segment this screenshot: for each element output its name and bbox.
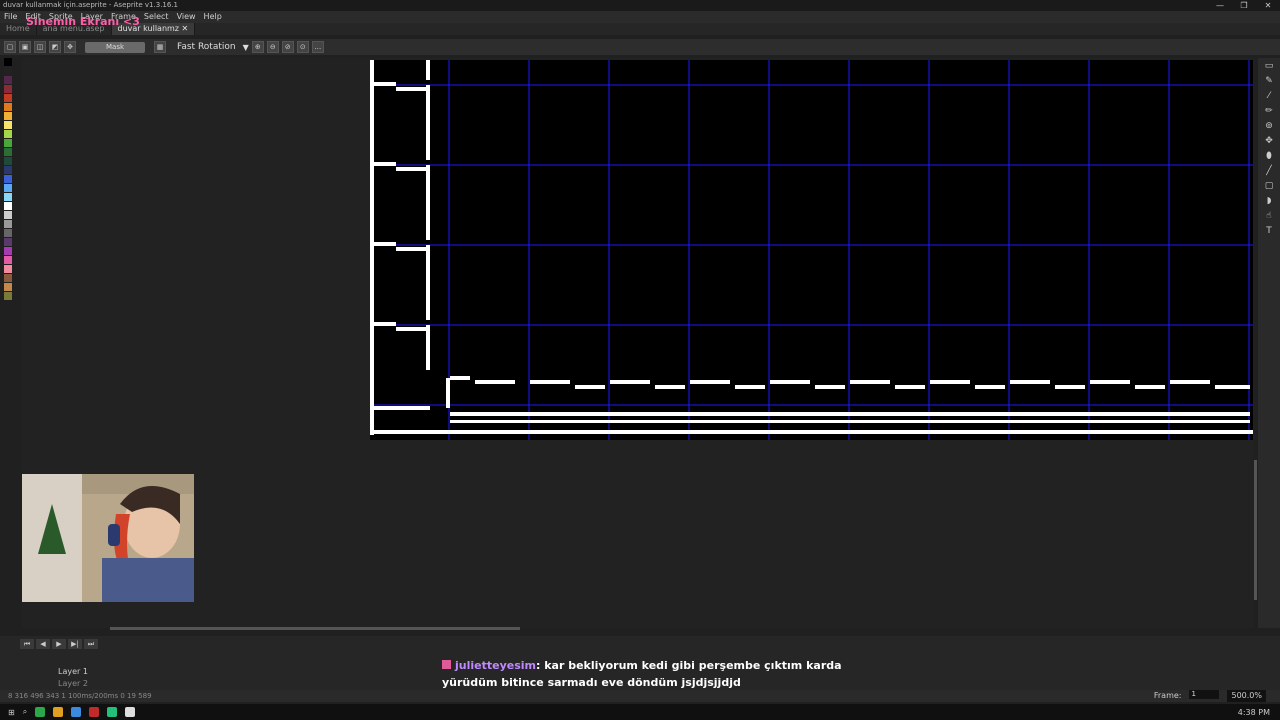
intersect-selection-icon[interactable]: ◩ (49, 41, 61, 53)
pencil-icon[interactable]: ✏ (1263, 105, 1275, 117)
chat-badge-icon (442, 660, 451, 669)
menu-file[interactable]: File (0, 11, 21, 23)
chat-username: julietteyesim (455, 659, 536, 672)
minimize-button[interactable]: — (1208, 0, 1232, 11)
app-icon[interactable] (35, 707, 46, 717)
layer-name: Layer 2 (58, 679, 88, 688)
text-icon[interactable]: T (1263, 225, 1275, 237)
close-button[interactable]: ✕ (1256, 0, 1280, 11)
maximize-button[interactable]: ❐ (1232, 0, 1256, 11)
sprite-canvas[interactable] (370, 60, 1253, 440)
start-icon[interactable]: ⊞ (8, 708, 15, 717)
smudge-icon[interactable]: ☝ (1263, 210, 1275, 222)
scale-icon[interactable]: ⊙ (296, 41, 309, 53)
layer-row[interactable]: Layer 2 (22, 678, 162, 689)
vertical-scrollbar[interactable] (1254, 460, 1257, 600)
layer-name: Layer 1 (58, 667, 88, 676)
pivot-icon[interactable]: ✥ (64, 41, 76, 53)
transparent-color-icon[interactable]: ▦ (154, 41, 166, 53)
window-controls: — ❐ ✕ (1208, 0, 1280, 11)
menu-select[interactable]: Select (140, 11, 173, 23)
rotate-icon[interactable]: ⊘ (281, 41, 294, 53)
window-title-bar: duvar kullanmak için.aseprite - Aseprite… (0, 0, 1280, 11)
subtract-selection-icon[interactable]: ◫ (34, 41, 46, 53)
play-button[interactable]: ▶ (52, 639, 66, 649)
status-right: Frame: 1 500.0% (1154, 690, 1266, 702)
context-toolbar: ▢ ▣ ◫ ◩ ✥ Mask ▦ Fast Rotation ▼ ⊕ ⊖ ⊘ ⊙… (0, 39, 1280, 55)
frame-input[interactable]: 1 (1189, 690, 1220, 699)
window-title: duvar kullanmak için.aseprite - Aseprite… (3, 1, 178, 9)
frame-label: Frame: (1153, 691, 1182, 700)
move-icon[interactable]: ✥ (1263, 135, 1275, 147)
rectangle-icon[interactable]: ▢ (1263, 180, 1275, 192)
aseprite-icon[interactable] (125, 707, 136, 717)
clock[interactable]: 4:38 PM (1238, 708, 1270, 717)
last-frame-button[interactable]: ⏭ (84, 639, 98, 649)
webcam-image (22, 474, 194, 602)
line-icon[interactable]: ╱ (1263, 165, 1275, 177)
flip-vertical-icon[interactable]: ⊖ (266, 41, 279, 53)
stream-overlay-title: Sinemin Ekranı <3 (26, 15, 140, 28)
app-icon[interactable] (107, 707, 118, 717)
rectangular-marquee-icon[interactable]: ▭ (1263, 60, 1275, 72)
eyedropper-icon[interactable]: ⊚ (1263, 120, 1275, 132)
previous-frame-button[interactable]: ◀ (36, 639, 50, 649)
system-tray: 4:38 PM (1238, 708, 1270, 717)
blur-icon[interactable]: ◗ (1263, 195, 1275, 207)
flip-horizontal-icon[interactable]: ⊕ (251, 41, 264, 53)
chat-overlay: julietteyesim: kar bekliyorum kedi gibi … (442, 657, 862, 691)
browser-icon[interactable] (71, 707, 82, 717)
lasso-icon[interactable]: ✎ (1263, 75, 1275, 87)
next-frame-button[interactable]: ▶| (68, 639, 82, 649)
menu-help[interactable]: Help (200, 11, 226, 23)
chevron-down-icon[interactable]: ▼ (243, 43, 249, 52)
status-bar: 8 316 496 343 1 100ms/200ms 0 19 589 Fra… (0, 690, 1280, 702)
first-frame-button[interactable]: ⏮ (20, 639, 34, 649)
os-taskbar: ⊞ ⌕ 4:38 PM (0, 704, 1280, 720)
layer-row[interactable]: Layer 1 (22, 666, 162, 677)
mask-button[interactable]: Mask (85, 41, 145, 53)
rotation-algorithm-select[interactable]: Fast Rotation (177, 42, 236, 52)
folder-icon[interactable] (53, 707, 64, 717)
playback-controls: ⏮ ◀ ▶ ▶| ⏭ (20, 639, 98, 649)
tools-panel: ▭ ✎ ⁄ ✏ ⊚ ✥ ⬮ ╱ ▢ ◗ ☝ T (1258, 58, 1280, 628)
more-options-icon[interactable]: … (311, 41, 324, 53)
menu-bar: File Edit Sprite Layer Frame Select View… (0, 11, 1280, 23)
zoom-level[interactable]: 500.0% (1227, 690, 1266, 702)
add-selection-icon[interactable]: ▣ (19, 41, 31, 53)
webcam-overlay (22, 474, 194, 602)
color-palette[interactable] (4, 58, 16, 458)
menu-view[interactable]: View (173, 11, 200, 23)
horizontal-scrollbar[interactable] (110, 627, 520, 630)
search-icon[interactable]: ⌕ (23, 707, 27, 717)
app-icon[interactable] (89, 707, 100, 717)
document-tabs: Home ana menu.asep duvar kullanmz ✕ (0, 23, 1280, 35)
fill-bucket-icon[interactable]: ⬮ (1263, 150, 1275, 162)
status-info: 8 316 496 343 1 100ms/200ms 0 19 589 (8, 692, 152, 700)
selection-mode-icon[interactable]: ▢ (4, 41, 16, 53)
magic-wand-icon[interactable]: ⁄ (1263, 90, 1275, 102)
